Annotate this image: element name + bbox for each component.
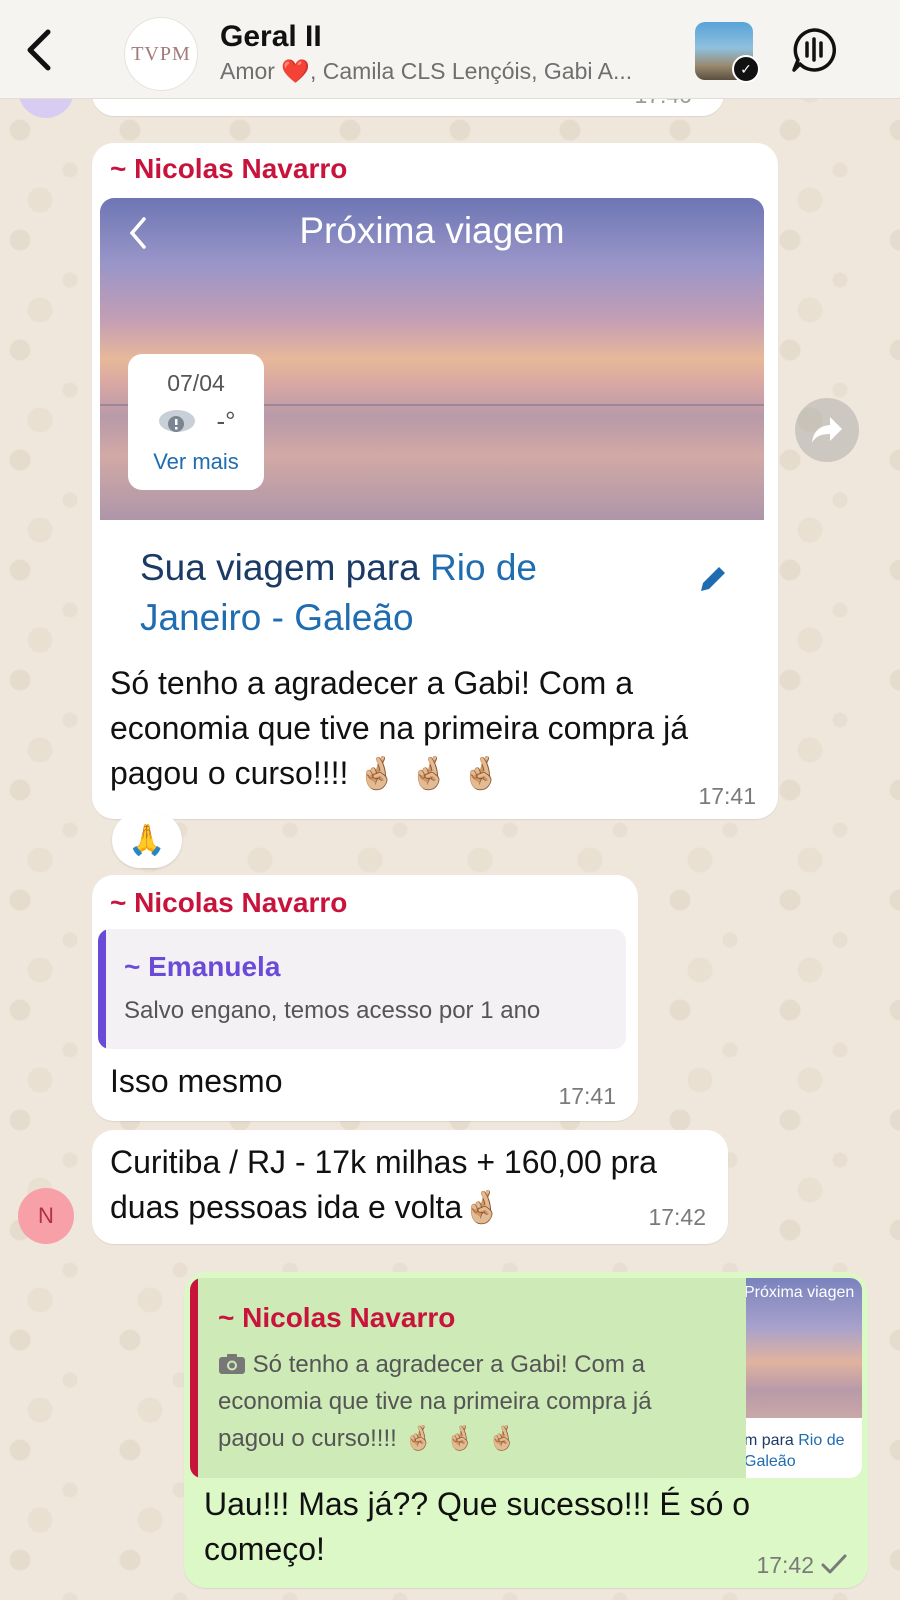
crossed-fingers-emoji: 🤞🏼 <box>462 1189 503 1225</box>
quoted-message[interactable]: ~ Nicolas Navarro Só tenho a agradecer a… <box>190 1278 862 1478</box>
voice-chat-icon <box>792 28 837 72</box>
weather-temp: -° <box>216 405 236 436</box>
quote-accent-bar <box>190 1278 198 1478</box>
trip-prefix: Sua viagem para <box>140 547 431 588</box>
group-avatar-text: TVPM <box>131 42 191 65</box>
chat-header: TVPM Geral II Amor ❤️, Camila CLS Lençói… <box>0 0 900 99</box>
quote-line-1: Só tenho a agradecer a Gabi! Com a <box>252 1351 645 1378</box>
forward-icon <box>812 417 842 443</box>
weather-more-link[interactable]: Ver mais <box>128 449 264 475</box>
message-time: 17:41 <box>558 1083 616 1109</box>
quote-text: Só tenho a agradecer a Gabi! Com a econo… <box>218 1346 738 1457</box>
message-bubble-miles[interactable]: Curitiba / RJ - 17k milhas + 160,00 pra … <box>92 1130 728 1244</box>
back-button[interactable] <box>18 22 62 78</box>
chat-title[interactable]: Geral II <box>220 20 322 54</box>
message-bubble-trip[interactable]: ~ Nicolas Navarro Próxima viagem 07/04 -… <box>92 143 778 819</box>
message-time: 17:42 <box>756 1552 814 1578</box>
sender-name[interactable]: ~ Nicolas Navarro <box>110 153 347 185</box>
chat-members[interactable]: Amor ❤️, Camila CLS Lençóis, Gabi A... <box>220 58 680 85</box>
weather-card: 07/04 -° Ver mais <box>128 354 264 490</box>
weather-row: -° <box>128 403 264 439</box>
thumbnail-caption: m para Rio de Galeão <box>746 1430 845 1472</box>
voice-chat-button[interactable] <box>790 26 838 74</box>
message-line-2: duas pessoas ida e volta <box>110 1189 463 1225</box>
members-rest: , Camila CLS Lençóis, Gabi A... <box>309 58 633 84</box>
message-line-1: Uau!!! Mas já?? Que sucesso!!! É só o <box>204 1486 751 1522</box>
edit-pencil-icon <box>697 563 729 595</box>
crossed-fingers-emoji: 🤞🏼🤞🏼🤞🏼 <box>403 1425 530 1452</box>
quote-sender: ~ Nicolas Navarro <box>218 1302 456 1333</box>
thumbnail-caption-b: Rio de <box>798 1432 845 1449</box>
message-time: 17:41 <box>698 783 756 809</box>
reaction-badge[interactable]: 🙏 <box>112 812 182 868</box>
quoted-message[interactable]: ~ Emanuela Salvo engano, temos acesso po… <box>98 929 626 1049</box>
message-line-1: Só tenho a agradecer a Gabi! Com a <box>110 665 633 701</box>
camera-icon <box>219 1354 245 1374</box>
quote-accent-bar <box>98 929 106 1049</box>
quote-line-3: pagou o curso!!!! <box>218 1425 397 1452</box>
sender-avatar[interactable]: N <box>18 1188 74 1244</box>
message-bubble-outgoing[interactable]: ~ Nicolas Navarro Só tenho a agradecer a… <box>184 1272 868 1588</box>
weather-alert-icon <box>159 410 196 432</box>
group-avatar[interactable]: TVPM <box>124 17 198 91</box>
heart-emoji: ❤️ <box>281 58 310 84</box>
crossed-fingers-emoji: 🤞🏼🤞🏼🤞🏼 <box>357 755 513 791</box>
verified-check-icon: ✓ <box>732 55 760 83</box>
thumbnail-title: Próxima viagen <box>746 1284 855 1301</box>
message-line-1: Curitiba / RJ - 17k milhas + 160,00 pra <box>110 1144 657 1180</box>
message-text[interactable]: Curitiba / RJ - 17k milhas + 160,00 pra … <box>110 1140 720 1230</box>
trip-screenshot-image[interactable]: Próxima viagem 07/04 -° Ver mais <box>100 198 764 520</box>
forward-button[interactable] <box>795 398 859 462</box>
message-text[interactable]: Uau!!! Mas já?? Que sucesso!!! É só o co… <box>204 1482 844 1572</box>
members-prefix: Amor <box>220 58 282 84</box>
quote-thumbnail: Próxima viagen m para Rio de Galeão <box>746 1278 862 1478</box>
message-text[interactable]: Só tenho a agradecer a Gabi! Com a econo… <box>110 661 760 796</box>
trip-destination-text: Sua viagem para Rio de Janeiro - Galeão <box>140 543 660 643</box>
message-text[interactable]: Isso mesmo <box>110 1059 282 1104</box>
thumbnail-caption-a: m para <box>746 1432 799 1449</box>
message-line-2: economia que tive na primeira compra já <box>110 710 689 746</box>
quote-text: Salvo engano, temos acesso por 1 ano <box>124 997 541 1024</box>
read-check-icon <box>820 1552 848 1581</box>
quote-line-2: economia que tive na primeira compra já <box>218 1388 652 1415</box>
image-title: Próxima viagem <box>299 210 565 251</box>
message-line-3: pagou o curso!!!! <box>110 755 349 791</box>
sender-name[interactable]: ~ Nicolas Navarro <box>110 887 347 919</box>
message-time: 17:42 <box>648 1204 706 1230</box>
thumbnail-caption-c: Galeão <box>746 1453 796 1470</box>
message-bubble-reply[interactable]: ~ Nicolas Navarro ~ Emanuela Salvo engan… <box>92 875 638 1121</box>
quote-sender: ~ Emanuela <box>124 951 281 982</box>
message-line-2: começo! <box>204 1531 325 1567</box>
weather-date: 07/04 <box>167 370 225 396</box>
back-chevron-icon <box>27 29 51 71</box>
